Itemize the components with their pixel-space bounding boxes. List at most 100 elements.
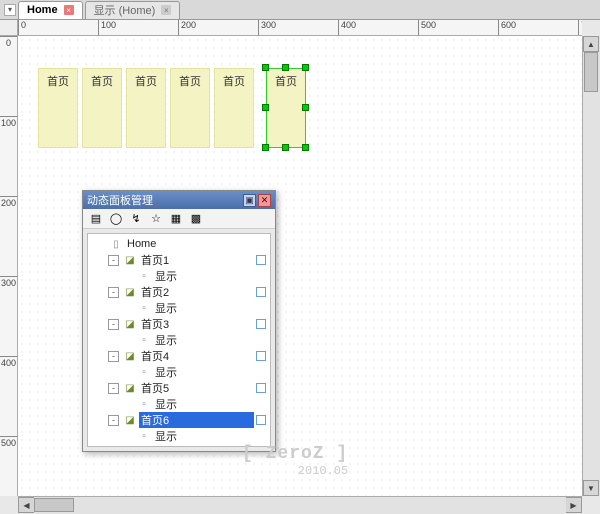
ruler-tick: 300 — [258, 20, 276, 36]
scroll-v-track[interactable] — [583, 52, 600, 480]
tree-node[interactable]: -◪首页3 — [88, 316, 270, 332]
state-icon: ▫ — [137, 398, 151, 410]
tree-node[interactable]: -◪首页1 — [88, 252, 270, 268]
panel-min-icon[interactable]: ▣ — [243, 194, 256, 207]
toolbar-doc-icon[interactable]: ▤ — [89, 212, 103, 226]
node-visibility-icon[interactable] — [256, 415, 266, 425]
expand-icon[interactable]: - — [108, 351, 119, 362]
scrollbar-horizontal[interactable]: ◀ ▶ — [18, 496, 582, 514]
scroll-v-thumb[interactable] — [584, 52, 598, 92]
selection-handle[interactable] — [302, 144, 309, 151]
tab-label: Home — [27, 4, 58, 16]
state-icon: ▫ — [137, 334, 151, 346]
tree-node-label: 显示 — [153, 268, 270, 284]
canvas-widget[interactable]: 首页 — [82, 68, 122, 148]
canvas-widget[interactable]: 首页 — [126, 68, 166, 148]
canvas-viewport[interactable]: 首页首页首页首页首页首页动态面板管理▣✕▤◯↯☆▦▩▯Home-◪首页1▫显示-… — [18, 36, 582, 496]
selection-handle[interactable] — [262, 64, 269, 71]
tree-node-label: 首页4 — [139, 348, 254, 364]
toolbar-↯-icon[interactable]: ↯ — [129, 212, 143, 226]
scrollbar-vertical[interactable]: ▲ ▼ — [582, 36, 600, 496]
scroll-left-icon[interactable]: ◀ — [18, 497, 34, 513]
node-visibility-icon[interactable] — [256, 255, 266, 265]
tree-node[interactable]: -◪首页6 — [88, 412, 270, 428]
canvas-widget[interactable]: 首页 — [214, 68, 254, 148]
group-icon: ◪ — [123, 414, 137, 426]
tree-node-label: Home — [125, 238, 270, 250]
tree-node[interactable]: ▯Home — [88, 236, 270, 252]
expand-icon[interactable]: - — [108, 383, 119, 394]
ruler-tick: 400 — [0, 356, 17, 368]
tree-node[interactable]: ▫显示 — [88, 300, 270, 316]
group-icon: ◪ — [123, 254, 137, 266]
selection-handle[interactable] — [302, 64, 309, 71]
document-tab[interactable]: 显示 (Home)× — [85, 1, 181, 19]
scroll-h-track[interactable] — [34, 497, 566, 514]
tree-node-label: 显示 — [153, 364, 270, 380]
document-tabbar: ▾ Home×显示 (Home)× — [0, 0, 600, 20]
tab-dropdown-icon[interactable]: ▾ — [4, 4, 16, 16]
ruler-tick: 500 — [0, 436, 17, 448]
scroll-h-thumb[interactable] — [34, 498, 74, 512]
group-icon: ◪ — [123, 318, 137, 330]
expand-icon[interactable]: - — [108, 255, 119, 266]
panel-tree: ▯Home-◪首页1▫显示-◪首页2▫显示-◪首页3▫显示-◪首页4▫显示-◪首… — [87, 233, 271, 447]
dynamic-panel-manager[interactable]: 动态面板管理▣✕▤◯↯☆▦▩▯Home-◪首页1▫显示-◪首页2▫显示-◪首页3… — [82, 190, 276, 452]
node-visibility-icon[interactable] — [256, 287, 266, 297]
canvas-widget[interactable]: 首页 — [170, 68, 210, 148]
state-icon: ▫ — [137, 302, 151, 314]
tree-node-label: 首页1 — [139, 252, 254, 268]
node-visibility-icon[interactable] — [256, 351, 266, 361]
scroll-down-icon[interactable]: ▼ — [583, 480, 599, 496]
expand-icon[interactable]: - — [108, 319, 119, 330]
state-icon: ▫ — [137, 270, 151, 282]
close-icon[interactable]: × — [64, 5, 74, 15]
tree-node-label: 显示 — [153, 300, 270, 316]
selection-handle[interactable] — [262, 104, 269, 111]
widget-label: 首页 — [135, 76, 157, 88]
selection-handle[interactable] — [302, 104, 309, 111]
canvas-widget[interactable]: 首页 — [38, 68, 78, 148]
close-icon[interactable]: × — [161, 5, 171, 15]
tree-node[interactable]: -◪首页5 — [88, 380, 270, 396]
ruler-tick: 0 — [18, 20, 26, 36]
panel-close-icon[interactable]: ✕ — [258, 194, 271, 207]
tree-node[interactable]: ▫显示 — [88, 364, 270, 380]
selection-handle[interactable] — [282, 144, 289, 151]
expand-icon[interactable]: - — [108, 287, 119, 298]
ruler-corner — [0, 20, 18, 36]
selection-handle[interactable] — [262, 144, 269, 151]
panel-titlebar[interactable]: 动态面板管理 ▣✕ — [83, 191, 275, 209]
watermark: [ ZeroZ ]2010.05 — [242, 444, 348, 478]
canvas-widget[interactable]: 首页 — [266, 68, 306, 148]
state-icon: ▫ — [137, 430, 151, 442]
tree-node[interactable]: -◪首页2 — [88, 284, 270, 300]
state-icon: ▫ — [137, 366, 151, 378]
selection-handle[interactable] — [282, 64, 289, 71]
tree-node-label: 首页2 — [139, 284, 254, 300]
node-visibility-icon[interactable] — [256, 319, 266, 329]
toolbar-tbl2-icon[interactable]: ▩ — [189, 212, 203, 226]
toolbar-☆-icon[interactable]: ☆ — [149, 212, 163, 226]
widget-label: 首页 — [275, 76, 297, 88]
tree-node[interactable]: ▫显示 — [88, 428, 270, 444]
tree-node[interactable]: ▫显示 — [88, 396, 270, 412]
document-tab[interactable]: Home × — [18, 1, 83, 19]
ruler-tick: 500 — [418, 20, 436, 36]
tree-node[interactable]: -◪首页4 — [88, 348, 270, 364]
node-visibility-icon[interactable] — [256, 383, 266, 393]
watermark-title: [ ZeroZ ] — [242, 444, 348, 464]
toolbar-◯-icon[interactable]: ◯ — [109, 212, 123, 226]
tree-node[interactable]: ▫显示 — [88, 268, 270, 284]
ruler-horizontal: 0100200300400500600700 — [18, 20, 582, 36]
panel-title-label: 动态面板管理 — [87, 192, 153, 208]
tree-node-label: 首页5 — [139, 380, 254, 396]
expand-icon[interactable]: - — [108, 415, 119, 426]
widget-label: 首页 — [179, 76, 201, 88]
scroll-up-icon[interactable]: ▲ — [583, 36, 599, 52]
toolbar-tbl1-icon[interactable]: ▦ — [169, 212, 183, 226]
design-canvas[interactable]: 首页首页首页首页首页首页动态面板管理▣✕▤◯↯☆▦▩▯Home-◪首页1▫显示-… — [18, 36, 582, 496]
scroll-right-icon[interactable]: ▶ — [566, 497, 582, 513]
app-root: ▾ Home×显示 (Home)× 0100200300400500600700… — [0, 0, 600, 514]
tree-node[interactable]: ▫显示 — [88, 332, 270, 348]
